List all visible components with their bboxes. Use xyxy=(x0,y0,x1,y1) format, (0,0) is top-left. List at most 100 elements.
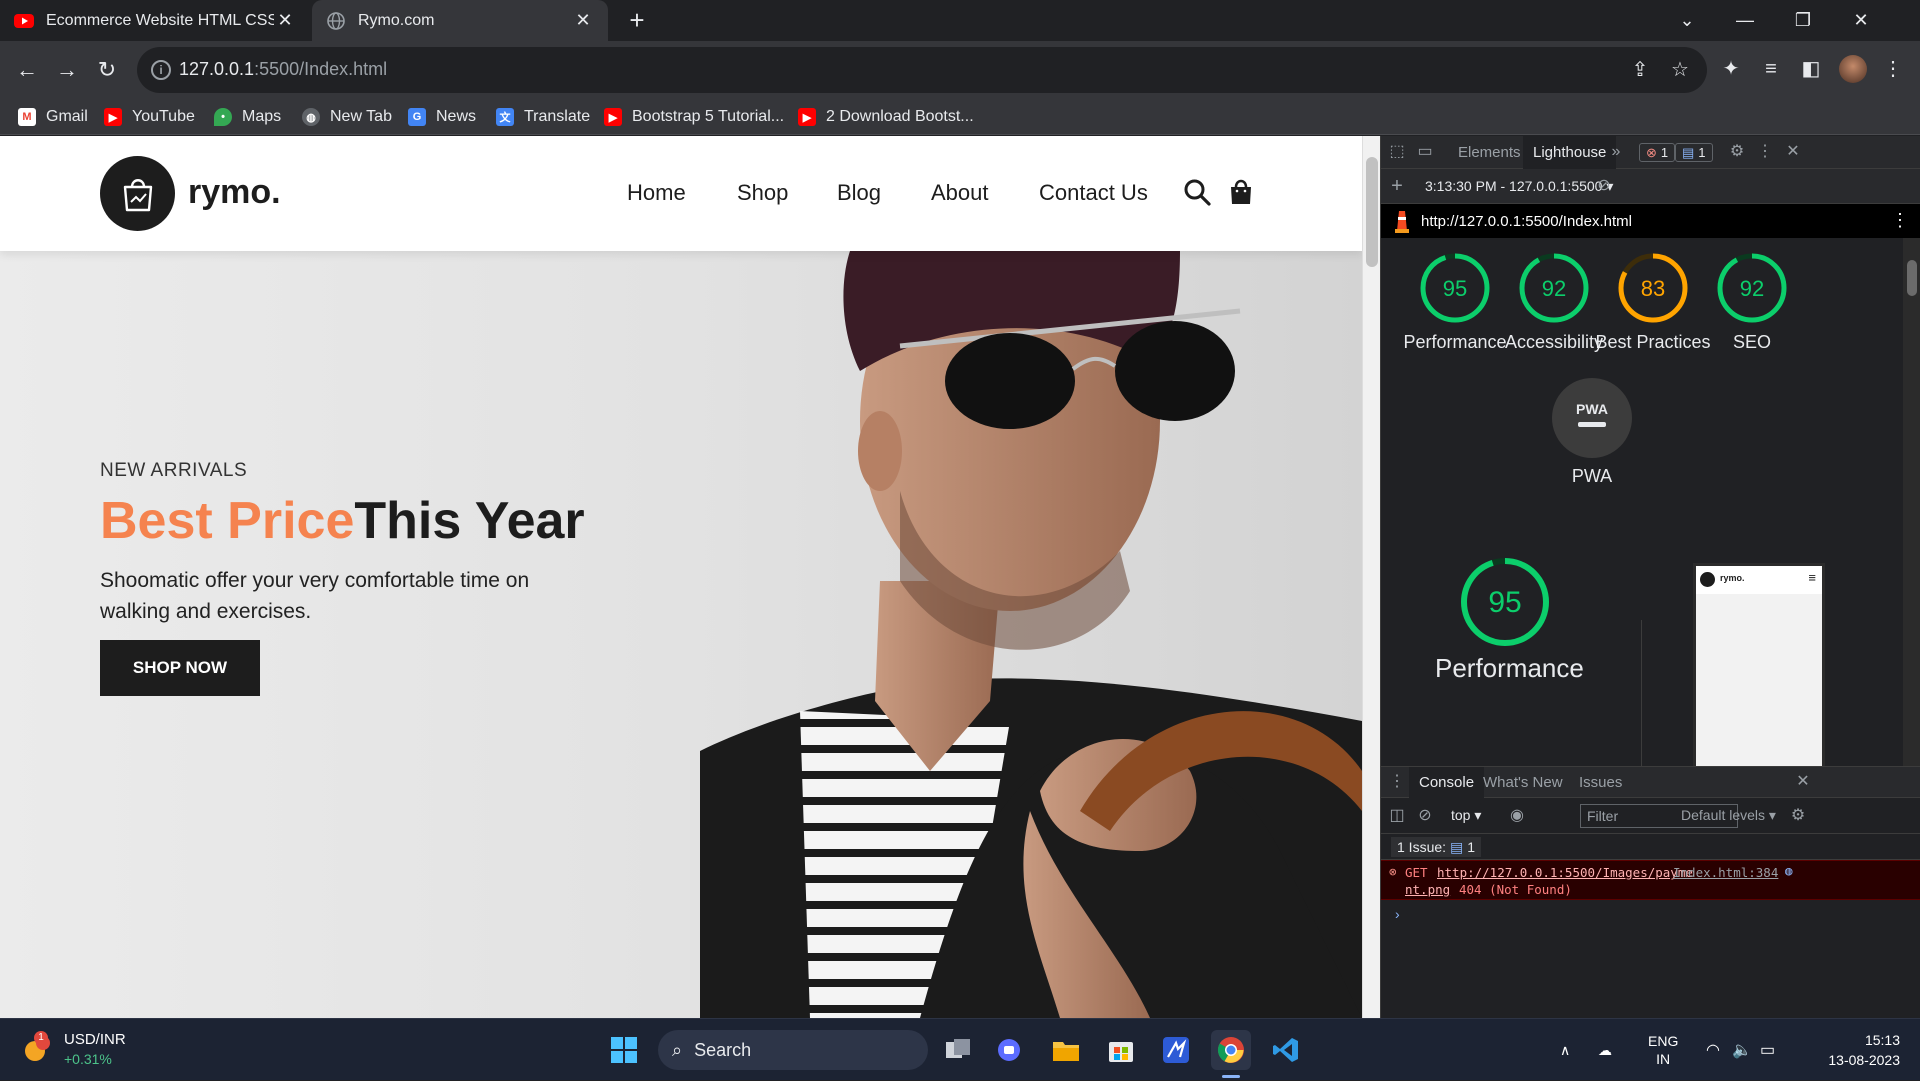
pwa-gauge[interactable]: PWA PWA xyxy=(1532,378,1652,488)
volume-icon[interactable]: 🔈 xyxy=(1732,1019,1752,1081)
context-selector[interactable]: top ▾ xyxy=(1451,807,1481,824)
clear-console-icon[interactable]: ⊘ xyxy=(1415,806,1435,826)
shopping-bag-icon[interactable] xyxy=(1228,178,1256,206)
bookmark-bootstrap-tutorial[interactable]: ▶ Bootstrap 5 Tutorial... xyxy=(604,106,784,128)
network-status-icon[interactable]: ☁ xyxy=(1598,1019,1612,1081)
nav-blog[interactable]: Blog xyxy=(837,180,881,206)
task-view-icon[interactable] xyxy=(938,1030,978,1070)
error-url-link[interactable]: http://127.0.0.1:5500/Images/payme xyxy=(1437,865,1693,880)
globe-icon: ◍ xyxy=(302,108,320,126)
reload-icon[interactable]: ↻ xyxy=(92,55,122,85)
console-settings-gear-icon[interactable]: ⚙ xyxy=(1788,806,1808,826)
site-info-icon[interactable]: i xyxy=(151,60,171,80)
search-icon[interactable] xyxy=(1183,178,1211,206)
address-url[interactable]: 127.0.0.1:5500/Index.html xyxy=(179,59,387,80)
error-url-link-cont[interactable]: nt.png xyxy=(1405,882,1450,897)
tab-issues[interactable]: Issues xyxy=(1569,767,1632,798)
bookmark-download-bootstrap[interactable]: ▶ 2 Download Bootst... xyxy=(798,106,974,128)
file-explorer-icon[interactable] xyxy=(1046,1030,1086,1070)
device-toolbar-icon[interactable]: ▭ xyxy=(1415,142,1435,162)
page-scrollbar-thumb[interactable] xyxy=(1366,157,1378,267)
nav-contact-us[interactable]: Contact Us xyxy=(1039,180,1148,206)
chrome-menu-icon[interactable]: ⋮ xyxy=(1879,55,1907,83)
close-drawer-icon[interactable]: ✕ xyxy=(1793,772,1813,792)
errors-badge[interactable]: ⊗ 1 xyxy=(1639,143,1676,162)
issues-row: 1 Issue: ▤ 1 xyxy=(1381,834,1920,860)
extensions-puzzle-icon[interactable]: ✦ xyxy=(1717,55,1745,83)
bookmark-star-icon[interactable]: ☆ xyxy=(1669,59,1691,81)
bookmark-gmail[interactable]: M Gmail xyxy=(18,106,88,128)
battery-icon[interactable]: ▭ xyxy=(1760,1019,1775,1081)
tab-elements[interactable]: Elements xyxy=(1448,136,1531,169)
performance-detail-gauge[interactable]: 95 Performance xyxy=(1435,556,1584,681)
language-indicator[interactable]: ENG IN xyxy=(1648,1019,1678,1081)
bookmark-new-tab[interactable]: ◍ New Tab xyxy=(302,106,392,128)
close-tab-icon[interactable]: ✕ xyxy=(572,10,594,31)
issues-counter[interactable]: 1 Issue: ▤ 1 xyxy=(1391,837,1482,857)
show-hidden-icons-chevron-icon[interactable]: ∧ xyxy=(1560,1019,1570,1081)
bookmark-news[interactable]: G News xyxy=(408,106,476,128)
report-scrollbar[interactable] xyxy=(1903,238,1920,766)
chrome-icon[interactable] xyxy=(1211,1030,1251,1070)
taskbar-search[interactable]: ⌕ Search xyxy=(658,1030,928,1070)
logo-text[interactable]: rymo. xyxy=(188,173,281,212)
share-icon[interactable]: ⇪ xyxy=(1629,59,1651,81)
maps-icon: • xyxy=(214,108,232,126)
tab-whats-new[interactable]: What's New xyxy=(1473,767,1573,798)
nav-shop[interactable]: Shop xyxy=(737,180,788,206)
forward-arrow-icon[interactable]: → xyxy=(52,55,82,85)
bookmark-youtube[interactable]: ▶ YouTube xyxy=(104,106,195,128)
close-tab-icon[interactable]: ✕ xyxy=(274,10,296,31)
error-source-link[interactable]: Index.html:384 xyxy=(1673,865,1778,880)
clock[interactable]: 15:13 13-08-2023 xyxy=(1800,1019,1900,1081)
bookmark-maps[interactable]: • Maps xyxy=(214,106,281,128)
back-arrow-icon[interactable]: ← xyxy=(12,55,42,85)
address-bar[interactable]: i 127.0.0.1:5500/Index.html ⇪ ☆ xyxy=(137,47,1707,93)
report-scrollbar-thumb[interactable] xyxy=(1907,260,1917,296)
bookmark-translate[interactable]: 文 Translate xyxy=(496,106,590,128)
clear-reports-icon[interactable]: ⊘ xyxy=(1594,176,1614,196)
close-window-button[interactable]: ✕ xyxy=(1832,0,1890,41)
log-levels-dropdown[interactable]: Default levels ▾ xyxy=(1681,807,1776,824)
tab-title: Rymo.com xyxy=(358,11,435,29)
report-menu-icon[interactable]: ⋮ xyxy=(1891,210,1909,231)
logo-bag-icon[interactable] xyxy=(100,156,175,231)
editor-app-icon[interactable] xyxy=(1156,1030,1196,1070)
shop-now-button[interactable]: SHOP NOW xyxy=(100,640,260,696)
tab-youtube-video[interactable]: Ecommerce Website HTML CSS | ✕ xyxy=(0,0,310,41)
restore-button[interactable]: ❐ xyxy=(1774,0,1832,41)
tab-lighthouse[interactable]: Lighthouse xyxy=(1523,136,1617,169)
report-url[interactable]: http://127.0.0.1:5500/Index.html xyxy=(1421,213,1632,230)
score-gauge-seo[interactable]: 92 SEO xyxy=(1692,252,1812,354)
profile-avatar[interactable] xyxy=(1839,55,1867,83)
media-queue-icon[interactable]: ≡ xyxy=(1757,55,1785,83)
meet-chat-icon[interactable] xyxy=(991,1030,1031,1070)
side-panel-icon[interactable]: ◧ xyxy=(1797,55,1825,83)
nav-about[interactable]: About xyxy=(931,180,989,206)
new-report-plus-icon[interactable]: + xyxy=(1387,176,1407,196)
more-tabs-icon[interactable]: » xyxy=(1606,142,1626,162)
nav-home[interactable]: Home xyxy=(627,180,686,206)
tab-rymo[interactable]: Rymo.com ✕ xyxy=(312,0,608,41)
close-devtools-icon[interactable]: ✕ xyxy=(1783,142,1803,162)
ticker-name[interactable]: USD/INR xyxy=(64,1031,126,1048)
vscode-icon[interactable] xyxy=(1266,1030,1306,1070)
youtube-icon: ▶ xyxy=(798,108,816,126)
drawer-menu-icon[interactable]: ⋮ xyxy=(1387,772,1407,792)
inspect-element-icon[interactable]: ⬚ xyxy=(1387,142,1407,162)
settings-gear-icon[interactable]: ⚙ xyxy=(1727,142,1747,162)
tab-search-chevron-icon[interactable]: ⌄ xyxy=(1658,0,1716,41)
devtools-panel: ⬚ ▭ Elements Lighthouse » ⊗ 1 ▤ 1 ⚙ ⋮ ✕ + … xyxy=(1380,136,1920,1018)
sidebar-toggle-icon[interactable]: ◫ xyxy=(1387,806,1407,826)
windows-start-icon[interactable] xyxy=(604,1030,644,1070)
messages-badge[interactable]: ▤ 1 xyxy=(1675,143,1713,162)
microsoft-store-icon[interactable] xyxy=(1101,1030,1141,1070)
console-prompt[interactable]: › xyxy=(1395,906,1400,922)
live-expression-eye-icon[interactable]: ◉ xyxy=(1507,806,1527,826)
wifi-icon[interactable]: ◠ xyxy=(1706,1019,1720,1081)
page-scrollbar[interactable] xyxy=(1362,136,1380,1018)
new-tab-button[interactable]: + xyxy=(622,6,652,36)
devtools-menu-icon[interactable]: ⋮ xyxy=(1755,142,1775,162)
report-selector[interactable]: 3:13:30 PM - 127.0.0.1:5500 ▾ xyxy=(1425,178,1613,195)
minimize-button[interactable]: — xyxy=(1716,0,1774,41)
